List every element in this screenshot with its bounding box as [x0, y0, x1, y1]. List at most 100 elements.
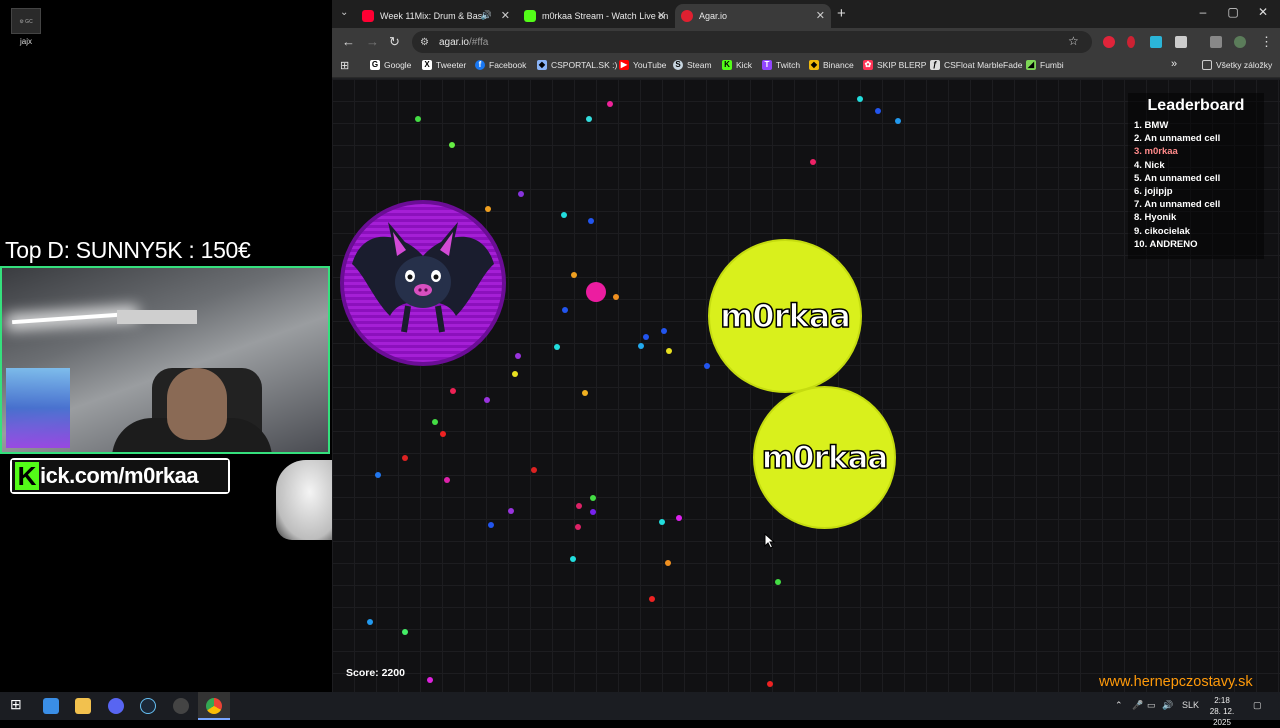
extensions-puzzle-icon[interactable]	[1175, 36, 1187, 48]
kick-channel-text: ick.com/m0rkaa	[40, 463, 199, 488]
minimize-button[interactable]: –	[1188, 5, 1218, 19]
bookmark-youtube[interactable]: ▶ YouTube	[619, 60, 666, 70]
bookmark-label: CSPORTAL.SK :)	[551, 60, 618, 70]
bookmark-steam[interactable]: S Steam	[673, 60, 712, 70]
bookmark-fumbi[interactable]: ◢ Fumbi	[1026, 60, 1064, 70]
food-pellet	[531, 467, 537, 473]
food-pellet	[649, 596, 655, 602]
steam-icon[interactable]	[140, 698, 156, 714]
leaderboard-list: 1. BMW 2. An unnamed cell 3. m0rkaa 4. Nick…	[1134, 119, 1258, 251]
led-light-strip	[12, 311, 132, 325]
food-pellet	[775, 579, 781, 585]
leaderboard-row: 5. An unnamed cell	[1134, 172, 1221, 184]
url-host: agar.io	[438, 36, 469, 48]
kick-channel-banner: K ick.com/m0rkaa	[10, 458, 230, 494]
close-tab-icon[interactable]: ✕	[657, 9, 666, 22]
bookmark-kick[interactable]: K Kick	[722, 60, 752, 70]
tray-overflow-chevron-icon[interactable]: ⌃	[1115, 700, 1123, 711]
maximize-button[interactable]: ▢	[1218, 5, 1248, 19]
tab-title: m0rkaa Stream - Watch Live on	[542, 11, 669, 21]
speaker-icon[interactable]: 🔊	[481, 10, 492, 21]
media-control-icon[interactable]	[1210, 36, 1222, 48]
notification-icon[interactable]: ▢	[1253, 700, 1262, 711]
more-bookmarks-chevron-icon[interactable]: »	[1171, 58, 1177, 70]
address-bar[interactable]: ⚙ agar.io/#ffa	[412, 31, 1092, 53]
clock-date: 28. 12. 2025	[1209, 707, 1235, 727]
system-clock[interactable]: 2:18 28. 12. 2025	[1200, 695, 1244, 728]
desktop-shortcut[interactable]: ⚙ GC jajx	[8, 8, 44, 52]
bookmark-label: Facebook	[489, 60, 527, 70]
tab-search-chevron-icon[interactable]: ⌄	[340, 7, 348, 18]
url-path: /#ffa	[469, 36, 489, 48]
food-pellet	[607, 101, 613, 107]
bookmark-csfloat[interactable]: ƒ CSFloat MarbleFade	[930, 60, 1022, 70]
site-info-icon[interactable]: ⚙	[420, 37, 429, 48]
food-pellet	[488, 522, 494, 528]
rgb-pc-case	[6, 368, 70, 448]
agar-favicon-icon	[681, 10, 693, 22]
kick-favicon-icon	[524, 10, 536, 22]
input-language[interactable]: SLK	[1182, 700, 1199, 710]
browser-toolbar: ← → ↻ ⚙ agar.io/#ffa ☆ ⋮	[332, 28, 1280, 56]
discord-icon[interactable]	[108, 698, 124, 714]
apps-grid-icon[interactable]: ⊞	[340, 59, 349, 72]
food-pellet	[570, 556, 576, 562]
new-tab-button[interactable]: +	[837, 5, 846, 22]
sponsor-watermark: www.hernepczostavy.sk	[1099, 674, 1253, 690]
reload-icon[interactable]: ↻	[389, 34, 400, 50]
microphone-icon[interactable]: 🎤	[1132, 700, 1143, 711]
bookmark-binance[interactable]: ◆ Binance	[809, 60, 854, 70]
food-pellet	[432, 419, 438, 425]
extension-icon[interactable]	[1150, 36, 1162, 48]
car-image	[276, 460, 332, 540]
bookmark-label: SKIP BLERP	[877, 60, 927, 70]
network-icon[interactable]: ▭	[1147, 700, 1156, 711]
extension-icon[interactable]	[1103, 36, 1115, 48]
leaderboard-row: 4. Nick	[1134, 159, 1165, 171]
bookmark-facebook[interactable]: f Facebook	[475, 60, 526, 70]
back-arrow-icon[interactable]: ←	[342, 34, 355, 49]
app-icon[interactable]	[43, 698, 59, 714]
bookmark-google[interactable]: G Google	[370, 60, 411, 70]
player-cell: m0rkaa	[708, 239, 862, 393]
food-pellet	[427, 677, 433, 683]
food-pellet	[676, 515, 682, 521]
close-window-button[interactable]: ✕	[1248, 5, 1278, 19]
bookmark-label: Kick	[736, 60, 753, 70]
food-pellet	[562, 307, 568, 313]
food-pellet	[449, 142, 455, 148]
webcam-feed	[0, 266, 330, 454]
tab-kick-stream[interactable]: m0rkaa Stream - Watch Live on ✕	[518, 4, 672, 28]
bookmark-csportal[interactable]: ◆ CSPORTAL.SK :)	[537, 60, 617, 70]
bookmark-skip-blerp[interactable]: ✿ SKIP BLERP	[863, 60, 926, 70]
food-pellet	[590, 495, 596, 501]
volume-icon[interactable]: 🔊	[1162, 700, 1173, 711]
food-pellet	[415, 116, 421, 122]
windows-start-icon[interactable]: ⊞	[10, 696, 26, 712]
bookmark-tweeter[interactable]: X Tweeter	[422, 60, 466, 70]
bookmark-star-icon[interactable]: ☆	[1068, 34, 1079, 48]
close-tab-icon[interactable]: ✕	[816, 9, 825, 22]
close-tab-icon[interactable]: ✕	[501, 9, 510, 22]
menu-kebab-icon[interactable]: ⋮	[1260, 34, 1273, 50]
leaderboard-row: 3. m0rkaa	[1134, 146, 1178, 158]
tab-music[interactable]: Week 11Mix: Drum & Bass 🔊 ✕	[356, 4, 516, 28]
profile-avatar[interactable]	[1234, 36, 1246, 48]
tab-agar[interactable]: Agar.io ✕	[675, 4, 831, 28]
food-pellet	[402, 455, 408, 461]
bookmark-twitch[interactable]: T Twitch	[762, 60, 800, 70]
all-bookmarks-folder[interactable]: Všetky záložky	[1202, 60, 1272, 70]
score-text: Score: 2200	[346, 667, 405, 679]
tab-title: Agar.io	[699, 11, 728, 21]
tab-strip: ⌄ Week 11Mix: Drum & Bass 🔊 ✕ m0rkaa Str…	[332, 0, 1280, 28]
chrome-icon[interactable]	[206, 698, 222, 714]
extension-icon[interactable]	[1127, 36, 1135, 48]
food-pellet	[767, 681, 773, 687]
file-explorer-icon[interactable]	[75, 698, 91, 714]
obs-icon[interactable]	[173, 698, 189, 714]
agar-game-canvas[interactable]: m0rkaa m0rkaa Leaderboard 1. BMW 2. An un…	[332, 79, 1280, 692]
food-pellet	[512, 371, 518, 377]
food-pellet	[665, 560, 671, 566]
bookmark-label: Binance	[823, 60, 854, 70]
forward-arrow-icon[interactable]: →	[366, 34, 379, 49]
